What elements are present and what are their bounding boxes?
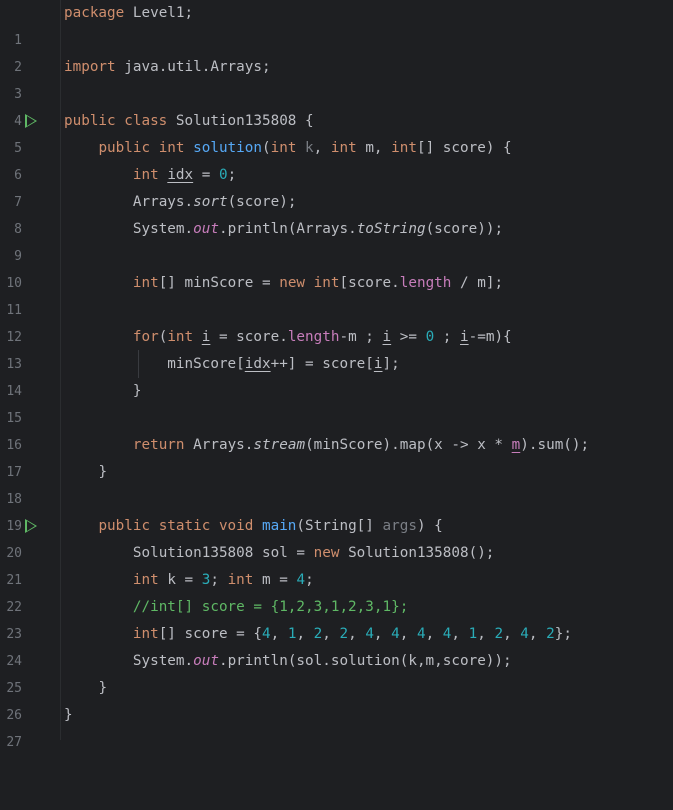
array-literal-number: 4 bbox=[262, 626, 271, 642]
code-line[interactable]: 1 package Level1; bbox=[0, 0, 673, 48]
code-line[interactable]: 4 bbox=[0, 81, 673, 129]
array-literal-number: 4 bbox=[416, 626, 426, 642]
code-line[interactable]: 23 //int[] score = {1,2,3,1,2,3,1}; bbox=[0, 594, 673, 642]
code-line[interactable]: 5 public class Solution135808 { bbox=[0, 108, 673, 156]
code-line[interactable]: 21 Solution135808 sol = new Solution1358… bbox=[0, 540, 673, 588]
array-literal-number: 2 bbox=[494, 626, 504, 642]
array-literal-number: 4 bbox=[391, 626, 400, 642]
code-line[interactable]: 10 bbox=[0, 243, 673, 291]
code-line[interactable]: 22 int k = 3; int m = 4; bbox=[0, 567, 673, 615]
array-literal-number: 4 bbox=[520, 626, 529, 642]
code-line[interactable]: 8 Arrays.sort(score); bbox=[0, 189, 673, 237]
code-line[interactable]: 20 public static void main(String[] args… bbox=[0, 513, 673, 561]
line-number: 27 bbox=[6, 735, 22, 750]
code-line[interactable]: 9 System.out.println(Arrays.toString(sco… bbox=[0, 216, 673, 264]
code-line[interactable]: 7 int idx = 0; bbox=[0, 162, 673, 210]
code-line[interactable]: 12 bbox=[0, 297, 673, 345]
code-line[interactable]: 27 } bbox=[0, 702, 673, 750]
array-literal-number: 2 bbox=[546, 626, 555, 642]
code-line[interactable]: 6 public int solution(int k, int m, int[… bbox=[0, 135, 673, 183]
array-literal-number: 1 bbox=[468, 626, 478, 642]
code-line[interactable]: 3 import java.util.Arrays; bbox=[0, 54, 673, 102]
array-literal-number: 4 bbox=[365, 626, 374, 642]
code-comment: //int[] score = {1,2,3,1,2,3,1}; bbox=[132, 599, 409, 615]
code-line[interactable]: 11 int[] minScore = new int[score.length… bbox=[0, 270, 673, 318]
code-line[interactable]: 19 bbox=[0, 486, 673, 534]
code-line[interactable]: 16 bbox=[0, 405, 673, 453]
run-class-icon[interactable] bbox=[25, 114, 37, 128]
code-editor[interactable]: 1 package Level1; 2 3 import java.util.A… bbox=[0, 0, 673, 750]
code-line[interactable]: 24 int[] score = {4, 1, 2, 2, 4, 4, 4, 4… bbox=[0, 621, 673, 669]
code-line[interactable]: 13 for(int i = score.length-m ; i >= 0 ;… bbox=[0, 324, 673, 372]
code-line[interactable]: 14 minScore[idx++] = score[i]; bbox=[0, 351, 673, 399]
code-line[interactable]: 25 System.out.println(sol.solution(k,m,s… bbox=[0, 648, 673, 696]
code-line[interactable]: 2 bbox=[0, 27, 673, 75]
code-line[interactable]: 15 } bbox=[0, 378, 673, 426]
array-literal-number: 2 bbox=[313, 626, 323, 642]
array-literal-number: 2 bbox=[339, 626, 349, 642]
code-line[interactable]: 26 } bbox=[0, 675, 673, 723]
code-line[interactable]: 17 return Arrays.stream(minScore).map(x … bbox=[0, 432, 673, 480]
run-main-icon[interactable] bbox=[25, 519, 37, 533]
code-line[interactable]: 18 } bbox=[0, 459, 673, 507]
